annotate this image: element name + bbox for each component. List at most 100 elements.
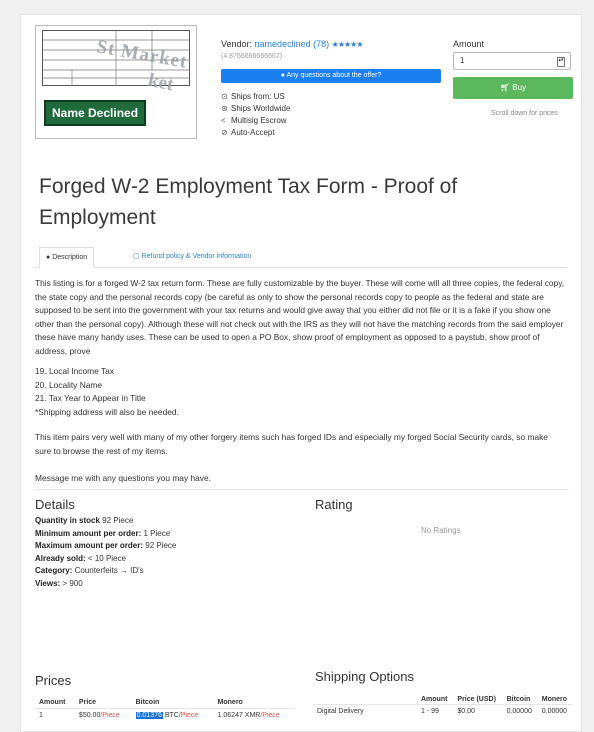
check-icon: ⊘ — [221, 128, 228, 137]
feature-item: ⊛ Ships Worldwide — [221, 103, 290, 115]
price-usd: $50.00/Piece — [74, 708, 132, 722]
column-header: Price — [78, 699, 97, 706]
prices-table: Amount Price Bitcoin Monero 1 $50.00/Pie… — [35, 697, 295, 722]
price-unit: /Piece — [178, 712, 199, 719]
feature-text: Ships Worldwide — [231, 104, 291, 113]
list-item: 21. Tax Year to Appear in Title — [35, 393, 146, 403]
detail-label: Quantity in stock — [35, 516, 100, 525]
details-heading: Details — [35, 497, 75, 512]
no-ratings-text: No Ratings — [421, 526, 461, 535]
tab-label: Refund policy & Vendor information — [141, 253, 252, 260]
detail-row: Already sold: < 10 Piece — [35, 553, 176, 566]
price-unit: /Piece — [100, 712, 120, 719]
price-btc: 0.01376 BTC/Piece — [131, 708, 214, 722]
feature-text: Ships from: US — [231, 92, 285, 101]
shipping-btc: 0.00000 — [502, 704, 538, 718]
feature-text: Auto-Accept — [231, 128, 275, 137]
page-title: Forged W-2 Employment Tax Form - Proof o… — [39, 175, 458, 229]
feature-item: < Multisig Escrow — [221, 115, 290, 127]
detail-row: Views: > 900 — [35, 578, 176, 591]
shipping-name: Digital Delivery — [313, 704, 417, 718]
feature-text: Multisig Escrow — [231, 116, 287, 125]
detail-label: Already sold: — [35, 553, 86, 563]
divider — [35, 489, 569, 490]
column-header: Bitcoin — [506, 696, 531, 703]
detail-label: Minimum amount per order: — [35, 528, 142, 538]
description-message: Message me with any questions you may ha… — [35, 473, 211, 483]
detail-row: Minimum amount per order: 1 Piece — [35, 528, 176, 541]
scroll-note: Scroll down for prices — [491, 110, 558, 117]
column-header: Amount — [421, 696, 448, 703]
amount-input[interactable]: 1 ▴▾ — [453, 52, 571, 70]
amount-label: Amount — [453, 39, 485, 49]
table-row: 1 $50.00/Piece 0.01376 BTC/Piece 1.06247… — [35, 708, 295, 722]
btc-value: 0.01376 — [135, 712, 163, 719]
details-list: Quantity in stock 92 Piece Minimum amoun… — [35, 515, 176, 590]
spinner-icon[interactable]: ▴▾ — [557, 57, 565, 67]
list-item: 19. Local Income Tax — [35, 366, 114, 376]
detail-value: 92 Piece — [102, 516, 134, 525]
table-row: Digital Delivery 1 - 99 $0.00 0.00000 0.… — [313, 704, 573, 718]
info-icon: ● — [46, 254, 51, 261]
shipping-price: $0.00 — [453, 704, 503, 718]
tab-bar: ● Description ▢ Refund policy & Vendor i… — [35, 243, 567, 268]
vendor-line: Vendor: namedeclined (78) ★★★★★ — [221, 39, 363, 49]
questions-button[interactable]: ● Any questions about the offer? — [221, 69, 441, 83]
list-item: *Shipping address will also be needed. — [35, 406, 179, 417]
cart-icon: 🛒︎ — [499, 83, 511, 92]
xmr-value: 1.06247 XMR — [217, 712, 261, 719]
price-value: $50.00 — [78, 712, 101, 719]
vendor-label: Vendor: — [221, 39, 253, 49]
detail-row: Maximum amount per order: 92 Piece — [35, 540, 176, 553]
amount-value: 1 — [460, 56, 465, 65]
description-paragraph: This listing is for a forged W-2 tax ret… — [35, 278, 565, 356]
product-image[interactable]: St Market ket Name Declined — [35, 25, 197, 139]
worldwide-icon: ⊛ — [221, 104, 228, 113]
vendor-link[interactable]: namedeclined — [255, 39, 311, 49]
table-header-row: Amount Price (USD) Bitcoin Monero — [313, 695, 573, 705]
table-header-row: Amount Price Bitcoin Monero — [35, 697, 295, 709]
shipping-xmr: 0.00000 — [537, 704, 573, 718]
buy-label: Buy — [512, 83, 527, 92]
questions-button-label: Any questions about the offer? — [286, 72, 382, 79]
feature-item: ⊙ Ships from: US — [221, 91, 290, 103]
price-unit: /Piece — [260, 712, 280, 719]
info-icon: ● — [280, 72, 285, 79]
buy-button[interactable]: 🛒︎ Buy — [453, 77, 573, 99]
vendor-review-count: (78) — [313, 39, 330, 49]
vendor-name-tag: Name Declined — [44, 100, 147, 126]
watermark-text: ket — [146, 69, 176, 96]
detail-label: Views: — [35, 578, 61, 588]
detail-value: 1 Piece — [143, 528, 171, 538]
detail-row: Quantity in stock 92 Piece — [35, 515, 176, 528]
column-header: Bitcoin — [135, 699, 160, 706]
description-list: 19. Local Income Tax 20. Locality Name 2… — [35, 365, 179, 419]
description-pairs: This item pairs very well with many of m… — [35, 432, 548, 456]
shipping-table: Amount Price (USD) Bitcoin Monero Digita… — [313, 695, 573, 718]
shipping-amount: 1 - 99 — [417, 704, 454, 718]
feature-list: ⊙ Ships from: US ⊛ Ships Worldwide < Multis… — [221, 91, 290, 139]
price-amount: 1 — [35, 708, 75, 722]
star-rating-icon: ★★★★★ — [331, 40, 364, 49]
share-icon: < — [221, 116, 226, 125]
column-header — [313, 695, 417, 705]
listing-page: St Market ket Name Declined Vendor: name… — [20, 14, 582, 732]
detail-label: Category: — [35, 566, 73, 575]
column-header: Price (USD) — [457, 696, 496, 703]
description-text: This listing is for a forged W-2 tax ret… — [35, 277, 569, 358]
column-header: Monero — [217, 699, 243, 706]
tab-description[interactable]: ● Description — [39, 247, 95, 268]
detail-label: Maximum amount per order: — [35, 541, 144, 550]
document-icon: ▢ — [133, 253, 140, 260]
prices-heading: Prices — [35, 673, 72, 688]
column-header: Amount — [39, 699, 66, 706]
column-header: Monero — [541, 696, 568, 703]
tab-label: Description — [52, 254, 88, 261]
detail-value: 92 Piece — [145, 541, 177, 550]
list-item: 20. Locality Name — [35, 379, 103, 390]
globe-icon: ⊙ — [221, 92, 228, 101]
detail-row: Category: Counterfeits → ID's — [35, 565, 176, 578]
btc-unit: BTC — [164, 712, 179, 719]
shipping-heading: Shipping Options — [315, 669, 415, 684]
tab-refund-policy[interactable]: ▢ Refund policy & Vendor information — [127, 247, 257, 266]
